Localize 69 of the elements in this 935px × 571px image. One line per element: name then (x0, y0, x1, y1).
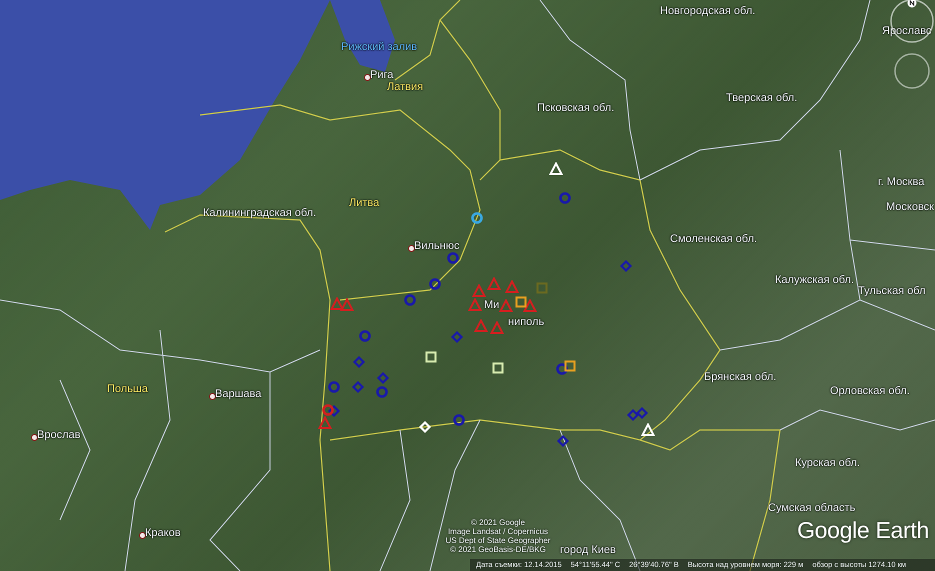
diamond-marker-icon[interactable] (556, 434, 570, 448)
circle-marker-icon[interactable] (403, 293, 417, 307)
city-label: Варшава (215, 388, 262, 401)
circle-marker-icon[interactable] (555, 362, 569, 376)
diamond-marker-icon[interactable] (352, 355, 366, 369)
triangle-marker-icon[interactable] (487, 277, 501, 291)
region-label: Сумская область (768, 502, 856, 515)
city-dot-icon (139, 532, 146, 539)
region-label: Псковская обл. (537, 102, 614, 115)
diamond-marker-icon[interactable] (450, 330, 464, 344)
diamond-marker-icon[interactable] (626, 408, 640, 422)
circle-marker-icon[interactable] (321, 403, 335, 417)
triangle-marker-icon[interactable] (490, 321, 504, 335)
square-marker-icon[interactable] (514, 295, 528, 309)
square-marker-icon[interactable] (563, 359, 577, 373)
region-label: Калининградская обл. (203, 207, 316, 220)
city-dot-icon (364, 74, 371, 81)
triangle-marker-icon[interactable] (318, 416, 332, 430)
city-label: Вроcлав (37, 429, 80, 442)
diamond-marker-icon[interactable] (327, 404, 341, 418)
city-label: Рига (370, 69, 394, 82)
city-dot-icon (209, 393, 216, 400)
region-label: ниполь (508, 316, 544, 329)
city-label: Вильнюс (414, 240, 460, 253)
city-label: Краков (145, 527, 181, 540)
attribution-text: US Dept of State Geographer (446, 536, 550, 545)
circle-marker-icon[interactable] (446, 251, 460, 265)
circle-marker-icon[interactable] (452, 413, 466, 427)
attribution-text: Image Landsat / Copernicus (448, 527, 548, 536)
region-label: Московск (886, 201, 934, 214)
region-label: Тверская обл. (726, 92, 798, 105)
circle-marker-icon[interactable] (428, 277, 442, 291)
region-label: город Киев (560, 544, 616, 557)
circle-marker-icon[interactable] (358, 329, 372, 343)
circle-marker-icon[interactable] (470, 211, 484, 225)
google-earth-logo: Google Earth (797, 517, 929, 544)
triangle-marker-icon[interactable] (474, 319, 488, 333)
triangle-marker-icon[interactable] (505, 280, 519, 294)
triangle-marker-icon[interactable] (340, 298, 354, 312)
city-dot-icon (408, 245, 415, 252)
country-label: Литва (349, 197, 380, 210)
region-label: г. Москва (878, 176, 924, 189)
triangle-marker-icon[interactable] (523, 299, 537, 313)
city-dot-icon (31, 434, 38, 441)
circle-marker-icon[interactable] (558, 191, 572, 205)
attribution-text: © 2021 GeoBasis-DE/BKG (450, 545, 546, 554)
region-label: Брянская обл. (704, 371, 776, 384)
region-label: Новгородская обл. (660, 5, 756, 18)
diamond-marker-icon[interactable] (619, 259, 633, 273)
triangle-marker-icon[interactable] (499, 299, 513, 313)
region-label: Орловская обл. (830, 385, 910, 398)
attribution-text: © 2021 Google (471, 518, 525, 527)
country-label: Латвия (387, 81, 424, 94)
diamond-marker-icon[interactable] (351, 380, 365, 394)
satellite-map[interactable] (0, 0, 935, 571)
navigation-control-icon[interactable] (893, 52, 931, 90)
square-marker-icon[interactable] (535, 281, 549, 295)
diamond-marker-icon[interactable] (376, 371, 390, 385)
region-label: Курская обл. (795, 457, 860, 470)
region-label: Ми (484, 299, 500, 312)
region-label: Смоленская обл. (670, 233, 758, 246)
triangle-marker-icon[interactable] (330, 297, 344, 311)
circle-marker-icon[interactable] (375, 385, 389, 399)
country-label: Польша (107, 383, 148, 396)
circle-marker-icon[interactable] (327, 380, 341, 394)
diamond-marker-icon[interactable] (635, 406, 649, 420)
triangle-marker-icon[interactable] (472, 284, 486, 298)
triangle-marker-icon[interactable] (468, 298, 482, 312)
region-label: Калужская обл. (775, 274, 854, 287)
